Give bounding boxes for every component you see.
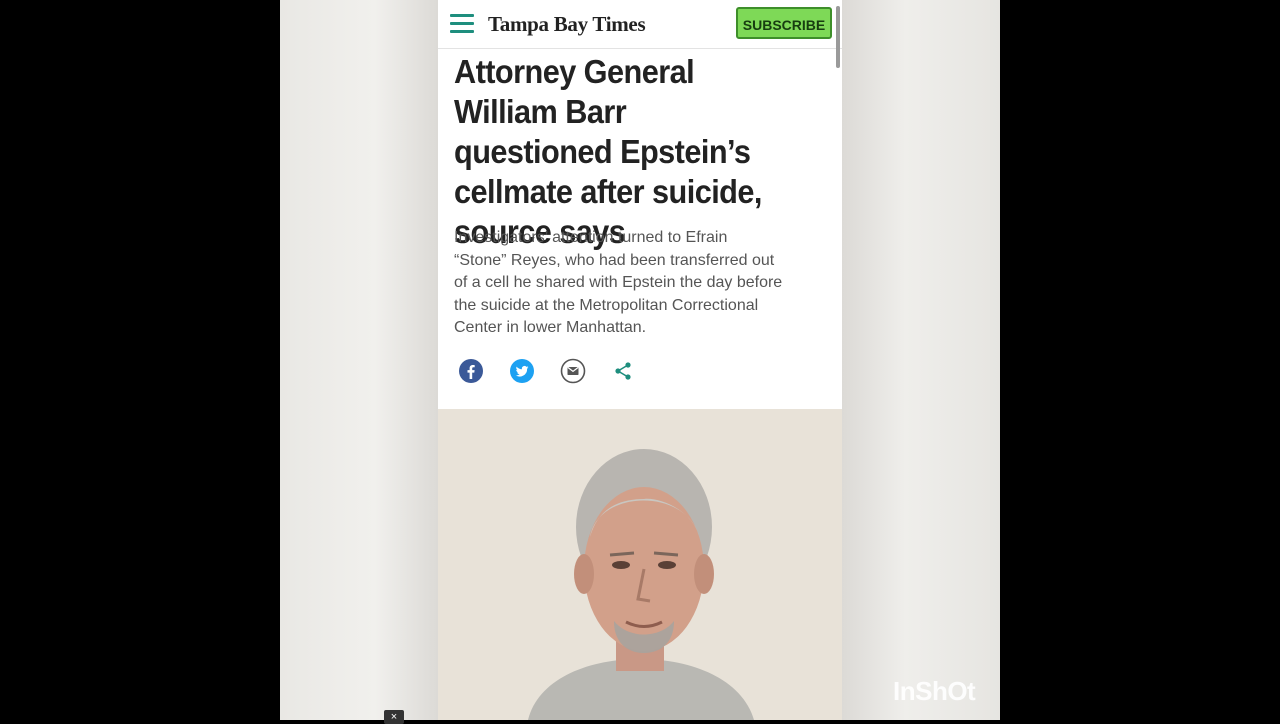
site-header: Tampa Bay Times SUBSCRIBE bbox=[438, 0, 842, 49]
scrollbar-thumb[interactable] bbox=[836, 6, 840, 68]
facebook-share-button[interactable] bbox=[458, 358, 484, 384]
hamburger-menu-icon[interactable] bbox=[450, 14, 474, 34]
portrait-image bbox=[438, 409, 842, 720]
blurred-background-left bbox=[280, 0, 438, 720]
twitter-share-button[interactable] bbox=[509, 358, 535, 384]
blurred-background-right bbox=[842, 0, 1000, 720]
share-icon bbox=[615, 362, 631, 380]
share-button[interactable] bbox=[610, 358, 636, 384]
article-dek: Investigators’ attention turned to Efrai… bbox=[454, 229, 783, 336]
close-ad-button[interactable]: × bbox=[384, 710, 404, 724]
facebook-icon bbox=[459, 359, 483, 383]
mobile-article-page: Tampa Bay Times SUBSCRIBE Attorney Gener… bbox=[438, 0, 842, 720]
subscribe-button[interactable]: SUBSCRIBE bbox=[736, 7, 832, 39]
article-photo bbox=[438, 409, 842, 720]
inshot-watermark: InShOt bbox=[893, 676, 976, 706]
article-headline: Attorney General William Barr questioned… bbox=[454, 53, 762, 250]
twitter-icon bbox=[510, 359, 534, 383]
email-icon bbox=[560, 358, 586, 384]
email-share-button[interactable] bbox=[560, 358, 586, 384]
site-logo[interactable]: Tampa Bay Times bbox=[488, 12, 646, 37]
